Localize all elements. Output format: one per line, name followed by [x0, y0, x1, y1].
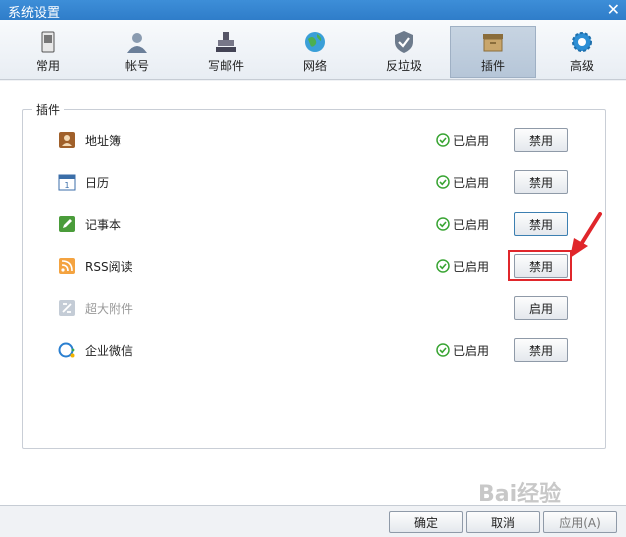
plugin-row-calendar: 1 日历 已启用 禁用 [58, 169, 578, 195]
wework-icon [58, 342, 75, 358]
enable-large-attachment-button[interactable]: 启用 [514, 296, 568, 320]
tab-label: 常用 [35, 59, 60, 73]
plugin-name: 地址簿 [85, 134, 122, 148]
plugin-row-large-attachment: 超大附件 启用 [58, 295, 578, 321]
disable-address-book-button[interactable]: 禁用 [514, 128, 568, 152]
plugin-name: 超大附件 [85, 302, 134, 316]
close-icon[interactable]: ✕ [607, 0, 620, 20]
cancel-button[interactable]: 取消 [466, 511, 540, 533]
calendar-icon: 1 [58, 174, 76, 191]
disable-notepad-button[interactable]: 禁用 [514, 212, 568, 236]
box-icon [483, 34, 503, 52]
plugin-status: 已启用 [436, 342, 489, 359]
plugin-row-rss: RSS阅读 已启用 禁用 [58, 253, 578, 279]
tab-label: 插件 [480, 59, 505, 73]
dialog-footer: 确定 取消 应用(A) [0, 506, 626, 537]
status-text: 已启用 [453, 134, 490, 148]
disable-wework-button[interactable]: 禁用 [514, 338, 568, 362]
stamp-icon [216, 32, 236, 52]
tab-plugins[interactable]: 插件 [450, 26, 536, 78]
shield-icon [395, 31, 413, 53]
status-text: 已启用 [453, 218, 490, 232]
check-icon [436, 259, 450, 273]
plugins-panel: 插件 地址簿 已启用 禁用 1 日历 已启用 禁用 记事本 已启用 禁用 RSS… [0, 81, 626, 506]
highlight-box [508, 250, 572, 281]
tab-label: 写邮件 [207, 59, 244, 73]
tab-label: 帐号 [124, 59, 149, 73]
tab-network[interactable]: 网络 [272, 26, 358, 78]
plugin-status: 已启用 [436, 258, 489, 275]
plugin-name: RSS阅读 [85, 260, 133, 274]
settings-toolbar: 常用 帐号 写邮件 网络 反垃圾 插件 高级 [0, 20, 626, 80]
watermark: Bai经验 [478, 482, 562, 507]
plugin-name: 日历 [85, 176, 110, 190]
tab-label: 网络 [302, 59, 327, 73]
user-icon [127, 33, 147, 53]
plugin-status: 已启用 [436, 132, 489, 149]
check-icon [436, 217, 450, 231]
address-book-icon [59, 132, 75, 148]
status-text: 已启用 [453, 260, 490, 274]
check-icon [436, 133, 450, 147]
rss-icon [59, 258, 75, 274]
tab-general[interactable]: 常用 [5, 26, 91, 78]
plugin-status: 已启用 [436, 174, 489, 191]
plugin-row-wework: 企业微信 已启用 禁用 [58, 337, 578, 363]
svg-text:1: 1 [64, 181, 69, 190]
status-text: 已启用 [453, 344, 490, 358]
window-title: 系统设置 [8, 6, 61, 21]
plugin-row-address-book: 地址簿 已启用 禁用 [58, 127, 578, 153]
status-text: 已启用 [453, 176, 490, 190]
title-bar: 系统设置 ✕ [0, 0, 626, 21]
attachment-icon [59, 300, 75, 316]
check-icon [436, 175, 450, 189]
group-title: 插件 [32, 101, 65, 118]
gear-icon [572, 32, 592, 52]
notepad-icon [59, 216, 75, 232]
plugin-name: 企业微信 [85, 344, 134, 358]
tab-label: 高级 [569, 59, 594, 73]
tab-compose[interactable]: 写邮件 [183, 26, 269, 78]
plugin-status: 已启用 [436, 216, 489, 233]
tab-antispam[interactable]: 反垃圾 [361, 26, 447, 78]
phone-icon [41, 31, 55, 53]
tab-advanced[interactable]: 高级 [539, 26, 625, 78]
plugin-row-notepad: 记事本 已启用 禁用 [58, 211, 578, 237]
plugin-name: 记事本 [85, 218, 122, 232]
tab-label: 反垃圾 [385, 59, 422, 73]
ok-button[interactable]: 确定 [389, 511, 463, 533]
tab-account[interactable]: 帐号 [94, 26, 180, 78]
apply-button[interactable]: 应用(A) [543, 511, 617, 533]
globe-icon [305, 32, 325, 52]
arrow-icon [570, 212, 602, 258]
check-icon [436, 343, 450, 357]
disable-calendar-button[interactable]: 禁用 [514, 170, 568, 194]
